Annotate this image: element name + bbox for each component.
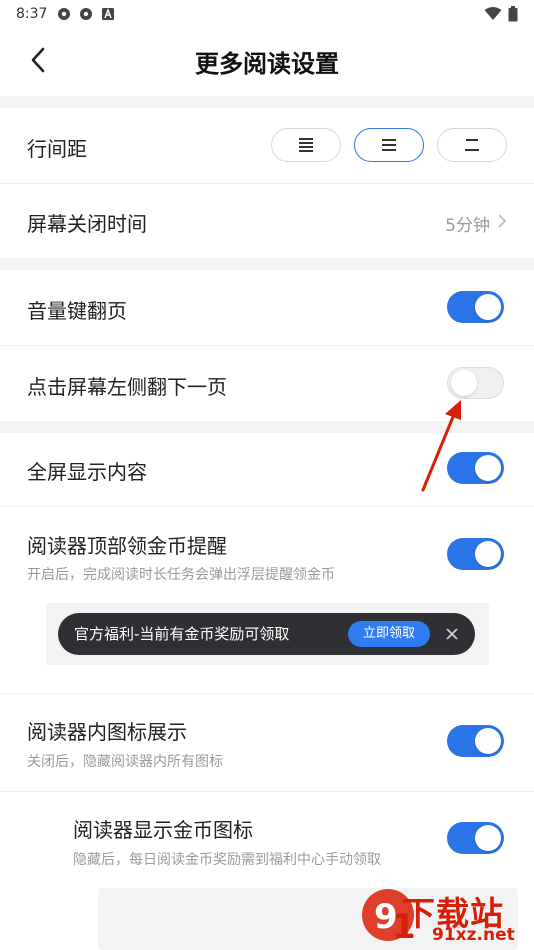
- volume-page-toggle[interactable]: [447, 291, 504, 323]
- app-a-icon: [102, 8, 115, 20]
- icon-display-desc: 关闭后，隐藏阅读器内所有图标: [27, 754, 223, 770]
- chevron-right-icon: [498, 214, 507, 228]
- row-divider: [0, 693, 534, 694]
- coin-reminder-label: 阅读器顶部领金币提醒: [27, 534, 227, 558]
- screen-off-label: 屏幕关闭时间: [27, 212, 147, 236]
- page-title: 更多阅读设置: [195, 50, 339, 78]
- toggle-knob: [475, 728, 501, 754]
- row-divider: [0, 506, 534, 507]
- close-icon[interactable]: [442, 624, 462, 644]
- coin-icon-desc: 隐藏后，每日阅读金币奖励需到福利中心手动领取: [73, 852, 381, 868]
- spacing-medium-icon: [382, 139, 396, 151]
- annotation-arrow-icon: [421, 400, 461, 492]
- status-bar: 8:37: [0, 0, 534, 28]
- header: 更多阅读设置: [0, 30, 534, 92]
- spacing-medium-option[interactable]: [354, 128, 424, 162]
- tap-left-toggle[interactable]: [447, 367, 504, 399]
- coin-icon-label: 阅读器显示金币图标: [73, 818, 253, 842]
- coin-reminder-desc: 开启后，完成阅读时长任务会弹出浮层提醒领金币: [27, 567, 335, 583]
- line-spacing-label: 行间距: [27, 137, 87, 161]
- wifi-icon: [484, 7, 502, 20]
- coin-icon-toggle[interactable]: [447, 822, 504, 854]
- toggle-knob: [475, 455, 501, 481]
- coin-reminder-toggle[interactable]: [447, 538, 504, 570]
- reward-banner: 官方福利-当前有金币奖励可领取 立即领取: [58, 613, 475, 655]
- section-divider: [0, 96, 534, 108]
- banner-text: 官方福利-当前有金币奖励可领取: [74, 625, 290, 643]
- volume-page-label: 音量键翻页: [27, 299, 127, 323]
- fullscreen-label: 全屏显示内容: [27, 460, 147, 484]
- section-divider: [0, 258, 534, 270]
- tap-left-label: 点击屏幕左侧翻下一页: [27, 375, 227, 399]
- row-divider: [0, 791, 534, 792]
- screen-off-value: 5分钟: [445, 216, 490, 236]
- toggle-knob: [451, 370, 477, 396]
- spacing-tight-option[interactable]: [271, 128, 341, 162]
- icon-display-toggle[interactable]: [447, 725, 504, 757]
- spacing-wide-option[interactable]: [437, 128, 507, 162]
- toggle-knob: [475, 825, 501, 851]
- settings-cog-icon: [58, 8, 71, 20]
- status-time: 8:37: [16, 6, 48, 22]
- battery-icon: [508, 6, 518, 22]
- toggle-knob: [475, 541, 501, 567]
- settings-cog-icon: [80, 8, 93, 20]
- row-divider: [0, 345, 534, 346]
- claim-button[interactable]: 立即领取: [348, 621, 430, 647]
- watermark-url: 91xz.net: [432, 925, 515, 945]
- toggle-knob: [475, 294, 501, 320]
- row-divider: [0, 183, 534, 184]
- spacing-tight-icon: [299, 138, 313, 152]
- spacing-wide-icon: [465, 139, 479, 151]
- icon-display-label: 阅读器内图标展示: [27, 720, 187, 744]
